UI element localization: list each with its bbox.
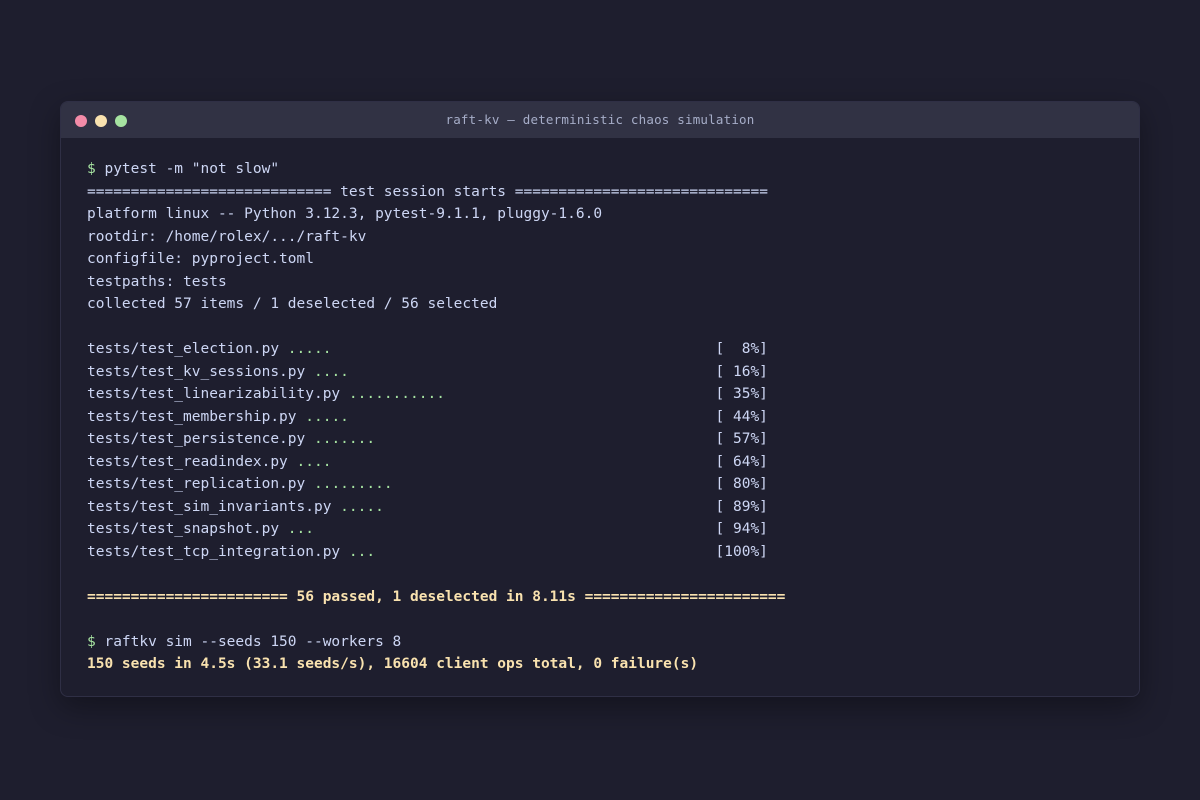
- test-file-name: tests/test_sim_invariants.py: [87, 498, 341, 515]
- test-result-row: tests/test_persistence.py ....... [ 57%]: [87, 428, 1117, 451]
- test-pass-dots: .......: [313, 431, 376, 447]
- test-file-name: tests/test_membership.py: [87, 408, 306, 425]
- command-text: raftkv sim --seeds 150 --workers 8: [95, 633, 402, 650]
- test-pass-dots: ...: [348, 543, 376, 560]
- terminal-output[interactable]: $ pytest -m "not slow" =================…: [87, 158, 1117, 676]
- test-progress-percent: [ 44%]: [715, 408, 768, 425]
- rootdir-line: rootdir: /home/rolex/.../raft-kv: [87, 228, 367, 245]
- configfile-line: configfile: pyproject.toml: [87, 251, 314, 267]
- test-result-row: tests/test_sim_invariants.py ..... [ 89%]: [87, 496, 1117, 519]
- test-result-row: tests/test_tcp_integration.py ... [100%]: [87, 541, 1117, 564]
- test-file-name: tests/test_election.py: [87, 341, 288, 357]
- test-progress-percent: [ 64%]: [715, 453, 768, 470]
- test-file-name: tests/test_readindex.py: [87, 453, 297, 470]
- test-progress-percent: [ 94%]: [715, 521, 768, 537]
- test-file-name: tests/test_replication.py: [87, 476, 314, 492]
- test-progress-percent: [ 16%]: [715, 363, 768, 380]
- test-result-row: tests/test_linearizability.py ..........…: [87, 383, 1117, 406]
- test-result-row: tests/test_election.py ..... [ 8%]: [87, 338, 1117, 361]
- terminal-window: raft-kv — deterministic chaos simulation…: [60, 101, 1140, 697]
- test-progress-percent: [ 8%]: [715, 341, 768, 357]
- test-result-row: tests/test_snapshot.py ... [ 94%]: [87, 518, 1117, 541]
- testpaths-line: testpaths: tests: [87, 273, 227, 290]
- window-title: raft-kv — deterministic chaos simulation: [445, 112, 755, 127]
- test-progress-percent: [ 35%]: [715, 386, 768, 402]
- prompt-symbol: $: [87, 161, 96, 177]
- sim-summary: 150 seeds in 4.5s (33.1 seeds/s), 16604 …: [87, 656, 699, 672]
- command-line-sim: $ raftkv sim --seeds 150 --workers 8: [87, 631, 1117, 654]
- session-header: ============================ test sessio…: [87, 183, 768, 200]
- test-file-name: tests/test_kv_sessions.py: [87, 363, 314, 380]
- test-file-name: tests/test_tcp_integration.py: [87, 543, 349, 560]
- test-result-row: tests/test_kv_sessions.py .... [ 16%]: [87, 361, 1117, 384]
- test-result-row: tests/test_membership.py ..... [ 44%]: [87, 406, 1117, 429]
- test-results-list: tests/test_election.py .....[ 8%] tests/t…: [87, 338, 1117, 563]
- test-file-name: tests/test_snapshot.py: [87, 521, 288, 537]
- test-pass-dots: .....: [287, 341, 332, 357]
- test-pass-dots: ....: [313, 363, 349, 380]
- test-progress-percent: [ 80%]: [715, 476, 768, 492]
- test-pass-dots: .........: [313, 476, 393, 492]
- test-file-name: tests/test_persistence.py: [87, 431, 314, 447]
- test-pass-dots: .....: [340, 498, 384, 515]
- test-pass-dots: ...........: [348, 386, 445, 402]
- title-bar: raft-kv — deterministic chaos simulation: [61, 102, 1139, 138]
- test-pass-dots: ....: [296, 453, 332, 470]
- platform-line: platform linux -- Python 3.12.3, pytest-…: [87, 206, 603, 222]
- command-text: pytest -m "not slow": [95, 161, 280, 177]
- test-progress-percent: [100%]: [715, 543, 768, 560]
- test-file-name: tests/test_linearizability.py: [87, 386, 349, 402]
- prompt-symbol: $: [87, 633, 96, 650]
- test-progress-percent: [ 89%]: [715, 498, 768, 515]
- test-result-row: tests/test_readindex.py .... [ 64%]: [87, 451, 1117, 474]
- command-line-pytest: $ pytest -m "not slow": [87, 158, 1117, 181]
- collected-line: collected 57 items / 1 deselected / 56 s…: [87, 296, 498, 312]
- test-pass-dots: .....: [305, 408, 349, 425]
- test-pass-dots: ...: [287, 521, 314, 537]
- test-result-row: tests/test_replication.py ......... [ 80%…: [87, 473, 1117, 496]
- test-progress-percent: [ 57%]: [715, 431, 768, 447]
- result-summary: ======================= 56 passed, 1 des…: [87, 588, 786, 605]
